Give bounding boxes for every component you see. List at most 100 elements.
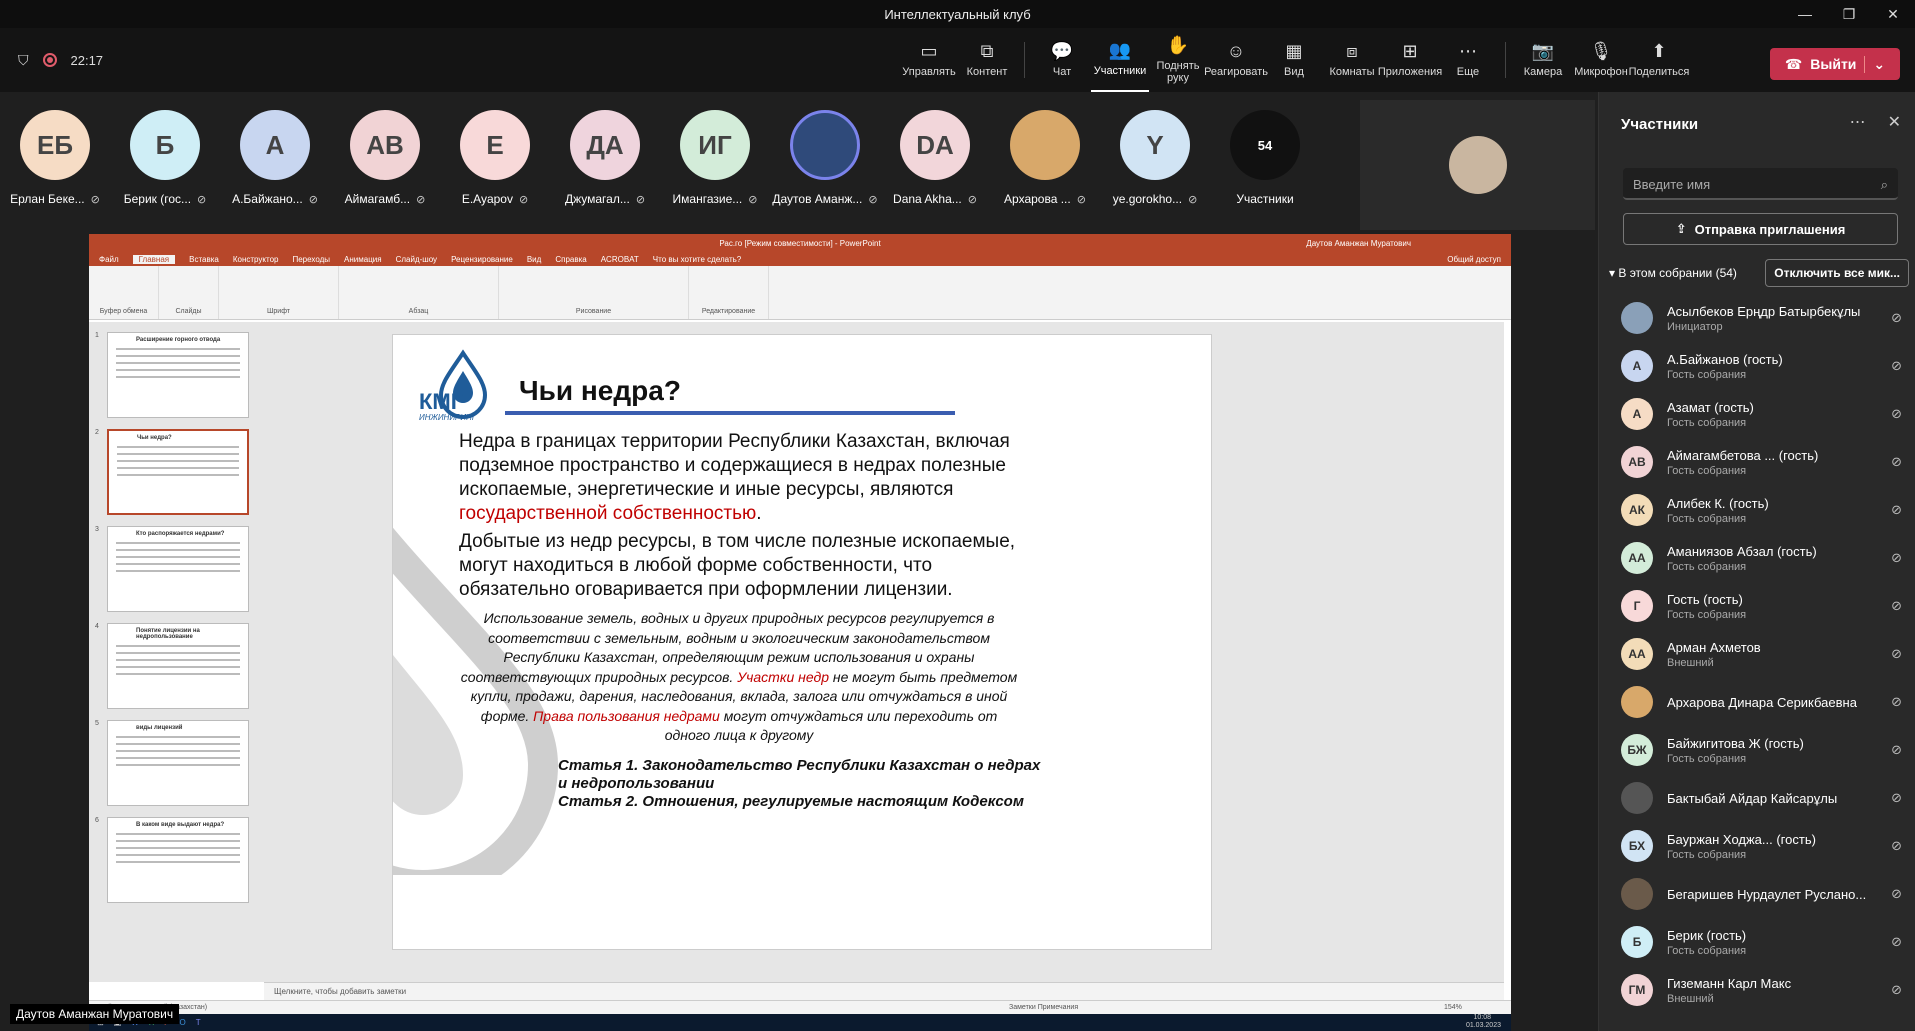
apps-icon: ⊞ [1402,41,1418,61]
close-button[interactable]: ✕ [1871,0,1915,28]
toolbar-label: Вид [1284,66,1304,78]
toolbar-camera-off-button[interactable]: 📷 Камера [1514,28,1572,92]
participant-list-item[interactable]: БЖ Байжигитова Ж (гость) Гость собрания ⊘ [1599,726,1915,774]
slide-thumbnail[interactable]: Кто распоряжается недрами? [107,526,249,612]
status-notes[interactable]: Заметки Примечания [1009,1004,1078,1011]
section-toggle[interactable]: ▾ В этом собрании (54) [1609,266,1737,280]
notes-pane[interactable]: Щелкните, чтобы добавить заметки [264,982,1504,1000]
participant-tile[interactable]: Yye.gorokho... ⊘ [1100,110,1210,214]
mic-off-icon[interactable]: ⊘ [1891,742,1902,758]
leave-button[interactable]: ☎ Выйти ⌄ [1770,48,1900,80]
participant-tile[interactable]: DA Dana Akha... ⊘ [880,110,990,214]
toolbar-share-button[interactable]: ⬆ Поделиться [1629,28,1690,92]
participant-list-item[interactable]: Г Гость (гость) Гость собрания ⊘ [1599,582,1915,630]
ppt-menu-2[interactable]: Вставка [189,255,219,264]
ppt-menu-3[interactable]: Конструктор [233,255,279,264]
mic-off-icon[interactable]: ⊘ [1891,790,1902,806]
toolbar-share-content-button[interactable]: ⧉ Контент [958,28,1016,92]
ppt-menu-8[interactable]: Вид [527,255,541,264]
ppt-menu-0[interactable]: Файл [99,255,119,264]
mic-off-icon[interactable]: ⊘ [1891,934,1902,950]
participant-list-item[interactable]: АВ Аймагамбетова ... (гость) Гость собрани… [1599,438,1915,486]
search-input[interactable]: Введите имя ⌕ [1623,168,1898,200]
close-icon[interactable]: ✕ [1888,112,1901,132]
ppt-menu-11[interactable]: Что вы хотите сделать? [653,255,741,264]
ppt-menu-6[interactable]: Слайд-шоу [396,255,437,264]
participant-tile[interactable]: А А.Байжано... ⊘ [220,110,330,214]
toolbar-screen-button[interactable]: ▭ Управлять [900,28,958,92]
participant-tile[interactable]: Е E.Ayapov ⊘ [440,110,550,214]
toolbar-view-button[interactable]: ▦ Вид [1265,28,1323,92]
slide-thumbnail[interactable]: Расширение горного отвода [107,332,249,418]
mic-off-icon[interactable]: ⊘ [1891,886,1902,902]
logo-text: КМГ [419,389,464,414]
participant-list-item[interactable]: Архарова Динара Серикбаевна ⊘ [1599,678,1915,726]
toolbar-rooms-button[interactable]: ⧈ Комнаты [1323,28,1381,92]
taskbar-date: 01.03.2023 [1465,1022,1501,1029]
toolbar-raise-hand-button[interactable]: ✋ Поднять руку [1149,28,1207,92]
ppt-menu-4[interactable]: Переходы [292,255,330,264]
mic-off-icon[interactable]: ⊘ [1891,838,1902,854]
participant-avatar: АА [1621,542,1653,574]
teams-icon[interactable]: T [196,1018,201,1027]
toolbar-more-button[interactable]: ⋯ Еще [1439,28,1497,92]
search-icon[interactable]: ⌕ [1881,177,1888,192]
participant-tile[interactable]: 54 Участники [1210,110,1320,214]
mic-off-icon[interactable]: ⊘ [1891,982,1902,998]
slide-thumbnail[interactable]: Понятие лицензии на недропользование [107,623,249,709]
participant-list-item[interactable]: АА Арман Ахметов Внешний ⊘ [1599,630,1915,678]
minimize-button[interactable]: — [1783,0,1827,28]
ppt-share-button[interactable]: Общий доступ [1447,255,1501,264]
participant-list-item[interactable]: ГМ Гиземанн Карл Макс Внешний ⊘ [1599,966,1915,1014]
toolbar-mic-off-button[interactable]: 🎙 Микрофон [1572,28,1630,92]
participant-list-item[interactable]: А А.Байжанов (гость) Гость собрания ⊘ [1599,342,1915,390]
more-icon[interactable]: ⋯ [1850,112,1866,132]
panel-title: Участники [1621,116,1699,133]
mic-off-icon[interactable]: ⊘ [1891,646,1902,662]
mic-off-icon[interactable]: ⊘ [1891,310,1902,326]
mic-off-icon[interactable]: ⊘ [1891,502,1902,518]
thumb-title: виды лицензий [136,725,183,731]
participant-tile[interactable]: Архарова ... ⊘ [990,110,1100,214]
participant-tile[interactable]: Б Берик (гос... ⊘ [110,110,220,214]
ppt-menu-7[interactable]: Рецензирование [451,255,513,264]
invite-button[interactable]: ⇪ Отправка приглашения [1623,213,1898,245]
participant-tile[interactable]: Даутов Аманж... ⊘ [770,110,880,214]
participant-tile[interactable]: АВ Аймагамб... ⊘ [330,110,440,214]
maximize-button[interactable]: ❐ [1827,0,1871,28]
participant-list-item[interactable]: Бактыбай Айдар Кайсарұлы ⊘ [1599,774,1915,822]
ppt-menu-10[interactable]: ACROBAT [601,255,639,264]
ppt-menu-5[interactable]: Анимация [344,255,382,264]
participant-tile[interactable]: ИГ Имангазие... ⊘ [660,110,770,214]
chevron-down-icon[interactable]: ⌄ [1864,55,1885,73]
mic-off-icon[interactable]: ⊘ [1891,550,1902,566]
participant-text: Гиземанн Карл Макс Внешний [1667,976,1791,1005]
participant-list-item[interactable]: Асылбеков Ерңдр Батырбекұлы Инициатор ⊘ [1599,294,1915,342]
toolbar-react-button[interactable]: ☺ Реагировать [1204,28,1268,92]
participant-list-item[interactable]: Бегаришев Нурдаулет Руслано... ⊘ [1599,870,1915,918]
outlook-icon[interactable]: O [180,1018,186,1027]
toolbar-chat-button[interactable]: 💬 Чат [1033,28,1091,92]
participant-list-item[interactable]: БХ Бауржан Ходжа... (гость) Гость собрания… [1599,822,1915,870]
mute-all-button[interactable]: Отключить все мик... [1765,259,1909,287]
participant-list-item[interactable]: А Азамат (гость) Гость собрания ⊘ [1599,390,1915,438]
participant-list-item[interactable]: АА Аманиязов Абзал (гость) Гость собрания ⊘ [1599,534,1915,582]
ppt-menu-9[interactable]: Справка [555,255,586,264]
toolbar-apps-button[interactable]: ⊞ Приложения [1378,28,1442,92]
participant-tile[interactable]: ЕБ Ерлан Беке... ⊘ [0,110,110,214]
slide-thumbnail[interactable]: Чьи недра? [107,429,249,515]
participant-list-item[interactable]: АК Алибек К. (гость) Гость собрания ⊘ [1599,486,1915,534]
slide-thumbnail[interactable]: В каком виде выдают недра? [107,817,249,903]
slide-thumbnail[interactable]: виды лицензий [107,720,249,806]
participant-list-item[interactable]: Б Берик (гость) Гость собрания ⊘ [1599,918,1915,966]
mic-off-icon[interactable]: ⊘ [1891,358,1902,374]
mic-off-icon[interactable]: ⊘ [1891,598,1902,614]
zoom-level[interactable]: 154% [1444,1004,1462,1011]
mic-off-icon[interactable]: ⊘ [1891,694,1902,710]
mic-off-icon[interactable]: ⊘ [1891,406,1902,422]
toolbar-people-button[interactable]: 👥 Участники [1091,28,1149,92]
participant-tile[interactable]: ДА Джумагал... ⊘ [550,110,660,214]
ppt-menu-1[interactable]: Главная [132,254,176,264]
mic-off-icon[interactable]: ⊘ [1891,454,1902,470]
participant-avatar: А [1621,398,1653,430]
